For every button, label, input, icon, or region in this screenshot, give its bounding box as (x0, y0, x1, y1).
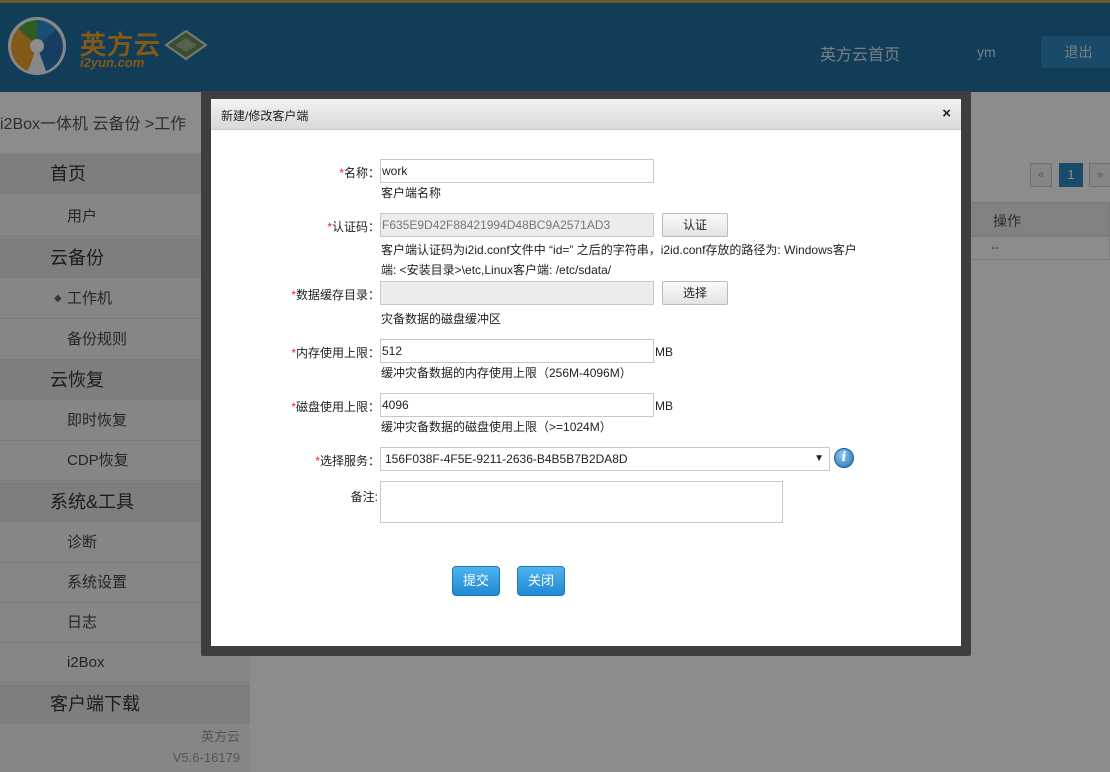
auth-code-label-text: 认证码： (331, 220, 380, 234)
close-button[interactable]: 关闭 (517, 566, 565, 596)
cache-dir-label-text: 数据缓存目录： (295, 288, 380, 302)
name-label: *名称： (311, 164, 380, 181)
dialog-body: 新建/修改客户端 × *名称： work 客户端名称 *认证码： F635E9D… (211, 99, 961, 646)
disk-unit: MB (655, 399, 673, 413)
authenticate-button[interactable]: 认证 (662, 213, 728, 237)
disk-limit-hint: 缓冲灾备数据的磁盘使用上限（>=1024M） (381, 420, 612, 434)
disk-limit-input[interactable]: 4096 (380, 393, 654, 417)
service-selected-value: 156F038F-4F5E-9211-2636-B4B5B7B2DA8D (385, 452, 628, 466)
cache-dir-input[interactable] (380, 281, 654, 305)
auth-code-hint-line2: 端: <安装目录>\etc,Linux客户端: /etc/sdata/ (381, 263, 612, 277)
disk-limit-label: *磁盘使用上限： (271, 398, 380, 415)
disk-limit-label-text: 磁盘使用上限： (295, 400, 380, 414)
note-textarea[interactable] (380, 481, 783, 523)
cache-dir-hint: 灾备数据的磁盘缓冲区 (381, 312, 502, 326)
auth-code-hint: 客户端认证码为i2id.conf文件中 “id=” 之后的字符串，i2id.co… (381, 240, 891, 280)
client-edit-dialog: 新建/修改客户端 × *名称： work 客户端名称 *认证码： F635E9D… (201, 91, 971, 656)
auth-code-label: *认证码： (301, 218, 380, 235)
dialog-title: 新建/修改客户端 (221, 109, 309, 123)
memory-limit-label-text: 内存使用上限： (295, 346, 380, 360)
name-label-text: 名称： (343, 166, 380, 180)
info-icon[interactable]: i (834, 448, 854, 468)
submit-button[interactable]: 提交 (452, 566, 500, 596)
cache-dir-label: *数据缓存目录： (271, 286, 380, 303)
service-label: *选择服务： (291, 452, 380, 469)
dropdown-arrow-icon: ▼ (814, 453, 824, 464)
auth-code-input[interactable]: F635E9D42F88421994D48BC9A2571AD3 (380, 213, 654, 237)
dialog-title-bar: 新建/修改客户端 × (211, 99, 961, 130)
memory-limit-label: *内存使用上限： (271, 344, 380, 361)
auth-code-hint-line1: 客户端认证码为i2id.conf文件中 “id=” 之后的字符串，i2id.co… (381, 243, 857, 257)
name-hint: 客户端名称 (381, 186, 442, 200)
note-label: 备注: (350, 490, 378, 504)
client-name-input[interactable]: work (380, 159, 654, 183)
service-select[interactable]: 156F038F-4F5E-9211-2636-B4B5B7B2DA8D ▼ (380, 447, 830, 471)
memory-limit-input[interactable]: 512 (380, 339, 654, 363)
choose-dir-button[interactable]: 选择 (662, 281, 728, 305)
dialog-close-icon[interactable]: × (942, 105, 951, 122)
memory-unit: MB (655, 345, 673, 359)
service-label-text: 选择服务： (319, 454, 380, 468)
memory-limit-hint: 缓冲灾备数据的内存使用上限（256M-4096M） (381, 366, 632, 380)
